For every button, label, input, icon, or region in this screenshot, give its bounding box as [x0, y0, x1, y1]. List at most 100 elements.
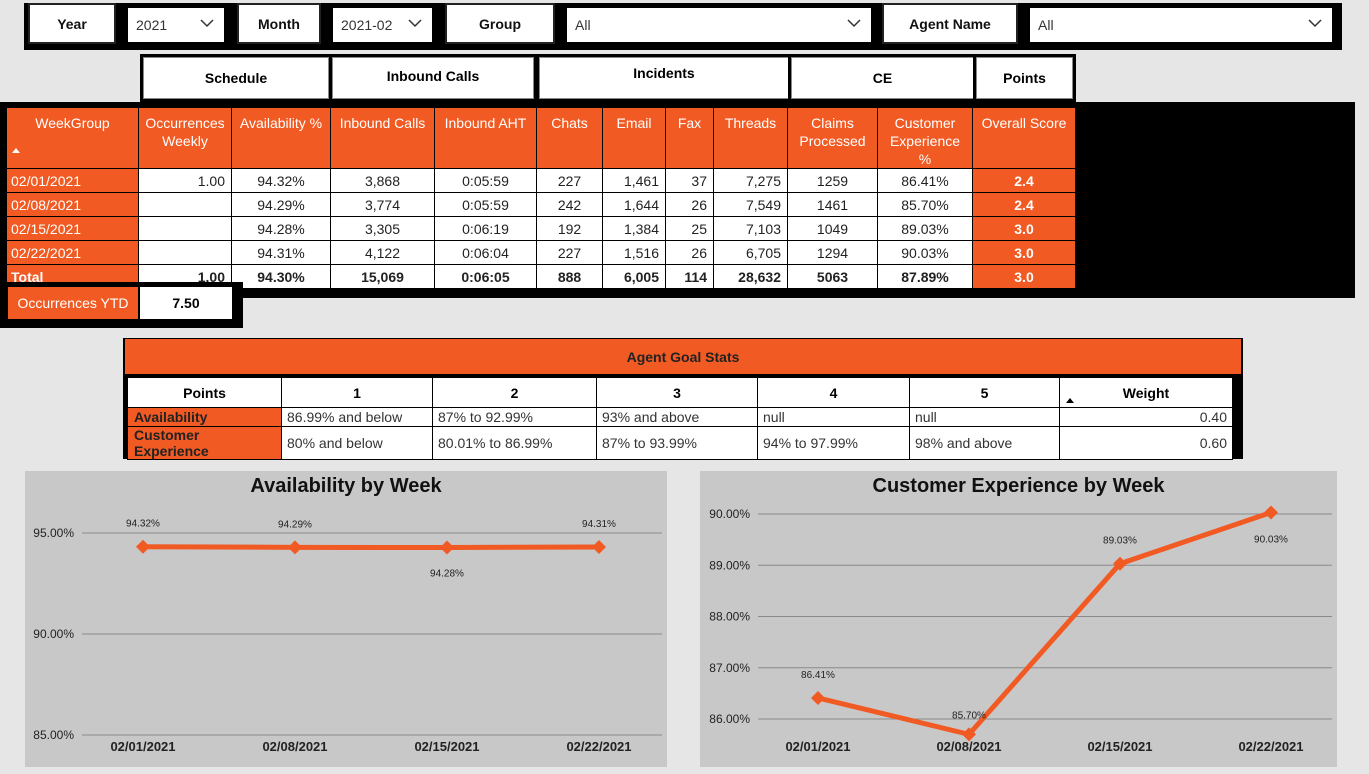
- table-cell: 227: [536, 240, 603, 265]
- table-cell: [138, 216, 232, 241]
- column-header[interactable]: WeekGroup: [6, 107, 139, 169]
- column-header[interactable]: Threads: [713, 107, 788, 169]
- agent-name-value: All: [1038, 17, 1054, 33]
- table-cell: 85.70%: [877, 192, 973, 217]
- column-header[interactable]: Customer Experience %: [877, 107, 973, 169]
- kpi-header-row: WeekGroup Occurrences Weekly Availability …: [6, 107, 1076, 169]
- y-tick-label: 88.00%: [709, 610, 750, 624]
- column-header[interactable]: Overall Score: [972, 107, 1076, 169]
- column-header[interactable]: Availability %: [231, 107, 331, 169]
- column-header[interactable]: 4: [757, 377, 910, 408]
- y-tick-label: 85.00%: [33, 728, 74, 742]
- x-tick-label: 02/01/2021: [785, 739, 850, 754]
- table-cell: 227: [536, 168, 603, 193]
- table-row[interactable]: Customer Experience 80% and below 80.01% t…: [127, 426, 1233, 460]
- table-cell: 26: [665, 240, 714, 265]
- section-points: Points: [973, 54, 1076, 102]
- table-cell: 86.99% and below: [281, 407, 433, 427]
- year-value: 2021: [136, 17, 168, 33]
- table-cell: 02/08/2021: [6, 192, 139, 217]
- agent-name-label: Agent Name: [882, 3, 1018, 44]
- table-row[interactable]: 02/15/2021 94.28% 3,305 0:06:19 192 1,384 25 7,…: [6, 216, 1076, 241]
- table-row[interactable]: 02/22/2021 94.31% 4,122 0:06:04 227 1,516 26 6,…: [6, 240, 1076, 265]
- table-cell: 94.30%: [231, 264, 331, 289]
- data-point[interactable]: [136, 539, 150, 554]
- table-cell: 87% to 93.99%: [596, 426, 758, 460]
- table-cell: null: [909, 407, 1060, 427]
- column-header[interactable]: Points: [127, 377, 282, 408]
- column-header[interactable]: Inbound Calls: [330, 107, 435, 169]
- table-cell: 114: [665, 264, 714, 289]
- table-cell: 3,305: [330, 216, 435, 241]
- section-points-label: Points: [976, 57, 1073, 99]
- table-cell: 7,549: [713, 192, 788, 217]
- table-cell: null: [757, 407, 910, 427]
- month-value: 2021-02: [341, 17, 393, 33]
- table-cell: 7,275: [713, 168, 788, 193]
- table-cell: 1,516: [602, 240, 666, 265]
- data-point[interactable]: [288, 540, 302, 555]
- table-cell: 15,069: [330, 264, 435, 289]
- column-header[interactable]: Inbound AHT: [434, 107, 537, 169]
- column-header[interactable]: 2: [432, 377, 597, 408]
- year-dropdown[interactable]: 2021: [128, 8, 224, 42]
- goal-stats-title: Agent Goal Stats: [125, 339, 1241, 374]
- table-cell: Availability: [127, 407, 282, 427]
- data-point[interactable]: [811, 690, 825, 705]
- column-header[interactable]: Weight: [1059, 377, 1233, 408]
- x-tick-label: 02/22/2021: [1238, 739, 1303, 754]
- table-cell: 888: [536, 264, 603, 289]
- data-point[interactable]: [440, 540, 454, 555]
- customer-experience-chart-svg: 90.00% 89.00% 88.00% 87.00% 86.00% 02/01/2021…: [709, 505, 1332, 754]
- x-tick-label: 02/01/2021: [110, 739, 175, 754]
- data-point[interactable]: [592, 539, 606, 554]
- column-header[interactable]: 3: [596, 377, 758, 408]
- sort-ascending-icon[interactable]: [12, 148, 20, 153]
- table-cell: 94.32%: [231, 168, 331, 193]
- table-cell: 80% and below: [281, 426, 433, 460]
- table-cell: 3.0: [972, 240, 1076, 265]
- year-label: Year: [28, 3, 116, 44]
- table-cell: 2.4: [972, 192, 1076, 217]
- table-row[interactable]: 02/08/2021 94.29% 3,774 0:05:59 242 1,644 26 7,…: [6, 192, 1076, 217]
- agent-name-dropdown[interactable]: All: [1030, 8, 1332, 42]
- y-tick-label: 86.00%: [709, 712, 750, 726]
- table-cell: 86.41%: [877, 168, 973, 193]
- table-cell: 0:06:19: [434, 216, 537, 241]
- data-label: 94.29%: [278, 519, 312, 530]
- month-dropdown[interactable]: 2021-02: [333, 8, 432, 42]
- goal-body: Availability 86.99% and below 87% to 92.99…: [127, 407, 1233, 460]
- column-header[interactable]: Email: [602, 107, 666, 169]
- group-label: Group: [445, 3, 555, 44]
- section-inbound-calls: Inbound Calls: [329, 54, 537, 102]
- data-label: 94.28%: [430, 569, 464, 580]
- y-tick-label: 90.00%: [709, 507, 750, 521]
- column-header[interactable]: Fax: [665, 107, 714, 169]
- column-header[interactable]: Occurrences Weekly: [138, 107, 232, 169]
- table-cell: 0:05:59: [434, 192, 537, 217]
- table-row[interactable]: Availability 86.99% and below 87% to 92.99…: [127, 407, 1233, 427]
- column-header[interactable]: 5: [909, 377, 1060, 408]
- table-cell: 1259: [787, 168, 878, 193]
- table-cell: 02/01/2021: [6, 168, 139, 193]
- column-header[interactable]: Chats: [536, 107, 603, 169]
- data-label: 85.70%: [952, 710, 986, 721]
- group-dropdown[interactable]: All: [567, 8, 871, 42]
- table-cell: 1.00: [138, 168, 232, 193]
- column-header[interactable]: 1: [281, 377, 433, 408]
- x-tick-label: 02/08/2021: [262, 739, 327, 754]
- data-point[interactable]: [1264, 505, 1278, 520]
- table-cell: 7,103: [713, 216, 788, 241]
- x-tick-label: 02/22/2021: [566, 739, 631, 754]
- table-cell: 94% to 97.99%: [757, 426, 910, 460]
- table-cell: 0.40: [1059, 407, 1233, 427]
- column-header[interactable]: Claims Processed: [787, 107, 878, 169]
- table-cell: 94.29%: [231, 192, 331, 217]
- table-cell: 192: [536, 216, 603, 241]
- series-line: [142, 544, 600, 551]
- table-row[interactable]: 02/01/2021 1.00 94.32% 3,868 0:05:59 227 1,461…: [6, 168, 1076, 193]
- table-cell: 28,632: [713, 264, 788, 289]
- table-cell: [138, 192, 232, 217]
- section-ce: CE: [788, 54, 977, 102]
- sort-ascending-icon[interactable]: [1066, 398, 1074, 403]
